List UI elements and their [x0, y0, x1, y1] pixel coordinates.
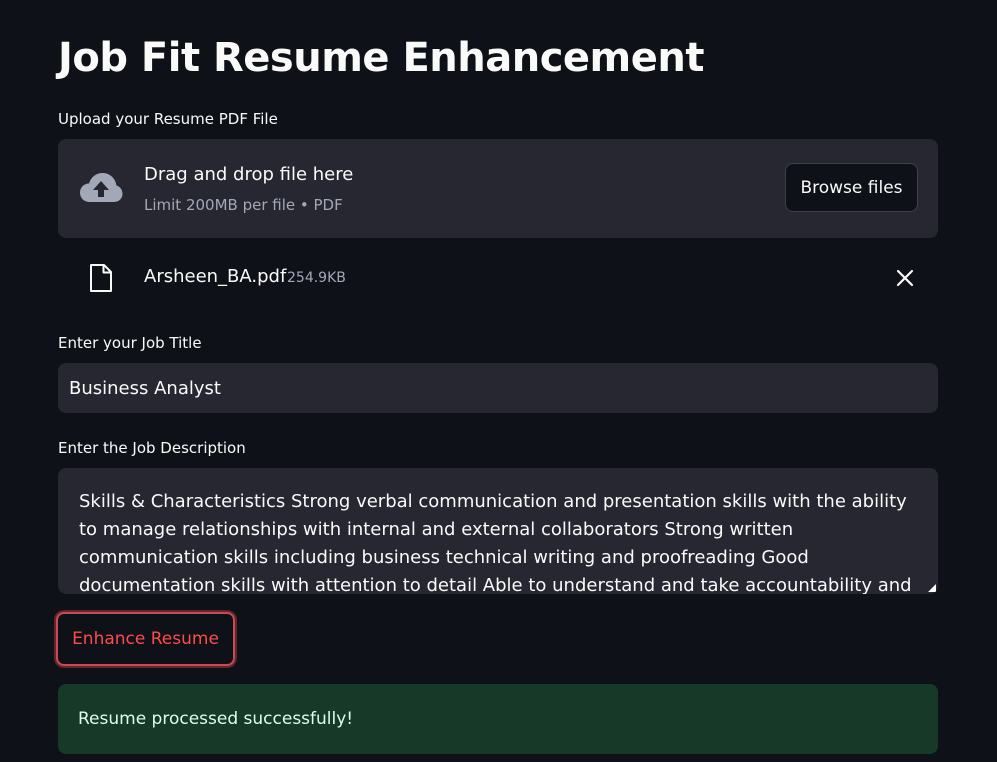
- dropzone-limit-text: Limit 200MB per file • PDF: [144, 196, 343, 214]
- job-description-label: Enter the Job Description: [58, 439, 246, 457]
- app-page: Job Fit Resume Enhancement Upload your R…: [0, 0, 997, 762]
- uploaded-file-name: Arsheen_BA.pdf: [144, 266, 287, 287]
- file-icon: [90, 264, 112, 292]
- uploaded-file-size: 254.9KB: [287, 270, 346, 286]
- close-icon[interactable]: [894, 267, 916, 289]
- job-description-text: Skills & Characteristics Strong verbal c…: [79, 491, 912, 594]
- uploaded-file-row: Arsheen_BA.pdf 254.9KB: [58, 252, 938, 302]
- success-message: Resume processed successfully!: [78, 709, 354, 729]
- enhance-resume-button[interactable]: Enhance Resume: [56, 612, 235, 666]
- job-title-input[interactable]: [58, 363, 938, 413]
- job-description-textarea[interactable]: Skills & Characteristics Strong verbal c…: [58, 468, 938, 594]
- job-title-label: Enter your Job Title: [58, 334, 202, 352]
- file-dropzone[interactable]: Drag and drop file here Limit 200MB per …: [58, 139, 938, 238]
- browse-files-button[interactable]: Browse files: [785, 163, 918, 212]
- page-title: Job Fit Resume Enhancement: [58, 35, 704, 81]
- success-alert: Resume processed successfully!: [58, 684, 938, 754]
- dropzone-title: Drag and drop file here: [144, 164, 354, 185]
- upload-label: Upload your Resume PDF File: [58, 110, 278, 128]
- resize-handle-icon[interactable]: [928, 584, 936, 592]
- cloud-upload-icon: [80, 173, 123, 202]
